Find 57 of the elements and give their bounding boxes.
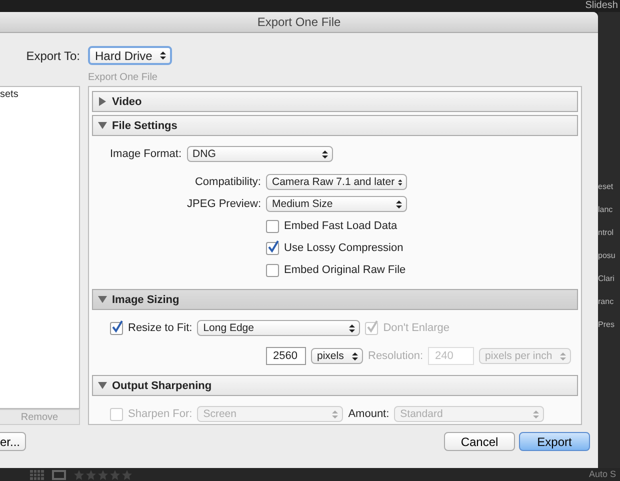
toolbar-label: Auto S <box>588 468 616 481</box>
export-to-dropdown[interactable]: Hard Drive <box>88 46 172 65</box>
cancel-button[interactable]: Cancel <box>444 432 515 451</box>
dropdown[interactable]: DNG <box>186 146 333 162</box>
section-title: Image Sizing <box>112 294 180 306</box>
field-label: Compatibility: <box>194 176 261 188</box>
dropdown-arrows-icon <box>352 352 358 360</box>
panel-label: eset <box>598 182 614 191</box>
section-title: Video <box>112 96 142 108</box>
dropdown-arrows-icon <box>332 410 338 418</box>
checkbox[interactable] <box>266 220 279 232</box>
export-button[interactable]: Export <box>519 432 590 451</box>
dropdown-arrows-icon <box>398 178 402 186</box>
checkbox-label: Sharpen For: <box>128 408 192 420</box>
rating-stars-icon <box>74 470 134 480</box>
checkbox-label: Embed Original Raw File <box>284 264 406 276</box>
panel-label: posu <box>598 251 616 260</box>
panel-label: ranc <box>598 297 615 306</box>
dropdown[interactable]: Camera Raw 7.1 and later <box>266 174 407 190</box>
preset-subtitle: Export One File <box>88 71 158 85</box>
checkbox[interactable] <box>110 322 123 334</box>
field-label: Amount: <box>348 408 390 420</box>
preset-item[interactable]: sets <box>0 89 79 100</box>
export-to-label: Export To: <box>25 48 80 62</box>
field-label: JPEG Preview: <box>187 198 261 210</box>
dropdown[interactable]: pixels <box>311 348 363 364</box>
panel-label: Clari <box>598 274 616 283</box>
field-label: Resolution: <box>368 350 424 362</box>
section-header[interactable]: Image Sizing <box>92 289 578 310</box>
field-label: Image Format: <box>110 148 182 160</box>
dropdown-arrows-icon <box>349 324 356 332</box>
checkbox-label: Use Lossy Compression <box>284 242 404 254</box>
dropdown[interactable]: Long Edge <box>197 320 360 336</box>
section-title: Output Sharpening <box>112 380 212 392</box>
number-field[interactable]: 2560 <box>266 347 306 365</box>
checkbox-label: Don't Enlarge <box>383 322 450 334</box>
loupe-view-icon <box>52 470 66 480</box>
panel-label: Pres <box>598 320 616 329</box>
checkbox-label: Embed Fast Load Data <box>284 220 398 232</box>
panel-label: ntrol <box>598 228 615 237</box>
add-preset-button[interactable]: er... <box>0 432 26 451</box>
window-title: Export One File <box>257 15 341 29</box>
section-header[interactable]: Video <box>92 91 578 112</box>
section-header[interactable]: Output Sharpening <box>92 375 578 396</box>
panel-label: lanc <box>598 205 614 214</box>
checkbox-label: Resize to Fit: <box>128 322 192 334</box>
module-tab-label: Slidesh <box>585 0 619 12</box>
dropdown[interactable]: Medium Size <box>266 196 407 212</box>
checkbox[interactable] <box>266 264 279 276</box>
section-title: File Settings <box>112 120 178 132</box>
checkbox[interactable] <box>266 242 279 254</box>
dropdown-arrows-icon <box>533 410 540 418</box>
dropdown-arrows-icon <box>396 200 402 208</box>
section-header[interactable]: File Settings <box>92 115 578 136</box>
dropdown-arrows-icon <box>160 51 166 60</box>
dropdown-arrows-icon <box>560 352 566 360</box>
dropdown-arrows-icon <box>322 150 328 158</box>
